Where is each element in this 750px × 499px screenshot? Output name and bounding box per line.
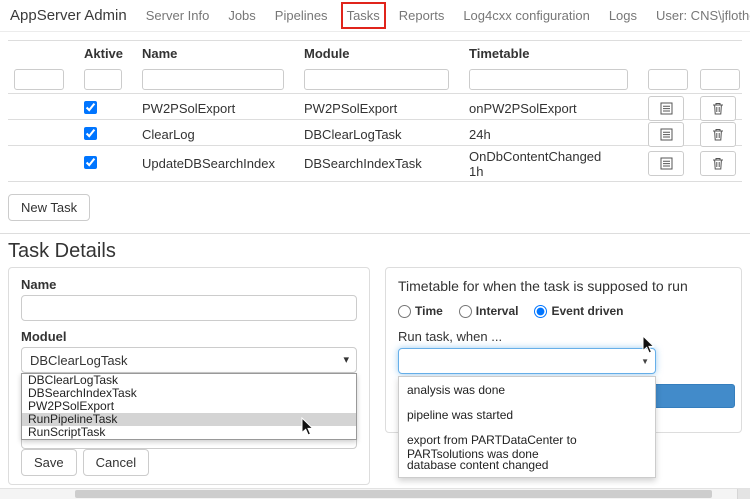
- nav-item-jobs[interactable]: Jobs: [228, 8, 255, 23]
- table-header-row: Aktive Name Module Timetable: [8, 40, 742, 66]
- nav-item-pipelines[interactable]: Pipelines: [275, 8, 328, 23]
- header-blank: [8, 52, 78, 56]
- edit-task-button[interactable]: [648, 96, 684, 121]
- module-dropdown-list: DBClearLogTask DBSearchIndexTask PW2PSol…: [21, 373, 357, 440]
- trash-icon: [712, 102, 724, 115]
- user-menu-label: User: CNS\jflotho: [656, 8, 750, 23]
- nav-item-server-info[interactable]: Server Info: [146, 8, 210, 23]
- event-combobox[interactable]: ▼: [398, 348, 656, 374]
- detail-panels: Name Moduel DBClearLogTask ▾ DBClearLogT…: [0, 267, 750, 485]
- app-brand[interactable]: AppServer Admin: [10, 7, 127, 24]
- event-option[interactable]: analysis was done: [399, 377, 655, 402]
- form-actions: Save Cancel: [21, 449, 149, 476]
- scrollbar-thumb[interactable]: [75, 490, 712, 498]
- task-details-panel: Name Moduel DBClearLogTask ▾ DBClearLogT…: [8, 267, 370, 485]
- trash-icon: [712, 128, 724, 141]
- form-icon: [660, 128, 673, 141]
- cell-name: PW2PSolExport: [136, 99, 298, 118]
- filter-input-name[interactable]: [142, 69, 284, 90]
- header-module: Module: [298, 44, 463, 63]
- cell-timetable: onPW2PSolExport: [463, 99, 642, 118]
- timetable-panel: Timetable for when the task is supposed …: [385, 267, 742, 433]
- active-checkbox[interactable]: [84, 156, 97, 169]
- horizontal-scrollbar[interactable]: [0, 488, 750, 499]
- header-name: Name: [136, 44, 298, 63]
- radio-time[interactable]: Time: [398, 304, 443, 318]
- header-timetable: Timetable: [463, 44, 642, 63]
- filter-input-module[interactable]: [304, 69, 449, 90]
- nav-item-log4cxx-configuration[interactable]: Log4cxx configuration: [463, 8, 589, 23]
- cell-module: DBClearLogTask: [298, 125, 463, 144]
- task-name-input[interactable]: [21, 295, 357, 321]
- table-row: UpdateDBSearchIndex DBSearchIndexTask On…: [8, 146, 742, 182]
- timetable-mode-radios: Time Interval Event driven: [398, 304, 729, 318]
- page-title: Task Details: [8, 240, 750, 263]
- timetable-title: Timetable for when the task is supposed …: [398, 278, 729, 294]
- event-option[interactable]: pipeline was started: [399, 402, 655, 427]
- chevron-down-icon[interactable]: ▼: [641, 357, 649, 366]
- header-action-2: [694, 52, 742, 56]
- delete-task-button[interactable]: [700, 122, 736, 147]
- trash-icon: [712, 157, 724, 170]
- filter-input-aktive[interactable]: [84, 69, 122, 90]
- module-select-value: DBClearLogTask: [30, 353, 128, 368]
- chevron-down-icon: ▾: [343, 353, 349, 366]
- radio-event-driven[interactable]: Event driven: [534, 304, 623, 318]
- active-checkbox[interactable]: [84, 127, 97, 140]
- form-icon: [660, 157, 673, 170]
- nav-item-tasks[interactable]: Tasks: [347, 8, 380, 23]
- event-dropdown-list: analysis was done pipeline was started e…: [398, 376, 656, 478]
- header-aktive: Aktive: [78, 44, 136, 63]
- header-action-1: [642, 52, 694, 56]
- user-menu[interactable]: User: CNS\jflotho▾: [656, 8, 750, 23]
- event-option[interactable]: export from PARTDataCenter to PARTsoluti…: [399, 427, 655, 452]
- filter-input-action-1[interactable]: [648, 69, 688, 90]
- save-button[interactable]: Save: [21, 449, 77, 476]
- delete-task-button[interactable]: [700, 151, 736, 176]
- new-task-button[interactable]: New Task: [8, 194, 90, 221]
- cell-name: ClearLog: [136, 125, 298, 144]
- cell-module: DBSearchIndexTask: [298, 154, 463, 173]
- edit-task-button[interactable]: [648, 151, 684, 176]
- filter-input-timetable[interactable]: [469, 69, 628, 90]
- table-filter-row: [8, 66, 742, 94]
- run-task-label: Run task, when ...: [398, 330, 729, 344]
- cell-timetable: 24h: [463, 125, 642, 144]
- radio-interval-label: Interval: [476, 304, 519, 318]
- table-row: ClearLog DBClearLogTask 24h: [8, 120, 742, 146]
- name-label: Name: [21, 278, 357, 292]
- nav-item-logs[interactable]: Logs: [609, 8, 637, 23]
- cell-name: UpdateDBSearchIndex: [136, 154, 298, 173]
- scrollbar-corner: [737, 489, 750, 499]
- module-option[interactable]: RunScriptTask: [22, 426, 356, 439]
- delete-task-button[interactable]: [700, 96, 736, 121]
- nav-item-reports[interactable]: Reports: [399, 8, 445, 23]
- radio-time-label: Time: [415, 304, 443, 318]
- radio-interval[interactable]: Interval: [459, 304, 519, 318]
- radio-time-input[interactable]: [398, 305, 411, 318]
- cell-timetable: OnDbContentChanged 1h: [463, 147, 642, 181]
- edit-task-button[interactable]: [648, 122, 684, 147]
- filter-input-action-2[interactable]: [700, 69, 740, 90]
- radio-interval-input[interactable]: [459, 305, 472, 318]
- module-select[interactable]: DBClearLogTask ▾: [21, 347, 357, 373]
- radio-event-driven-label: Event driven: [551, 304, 623, 318]
- active-checkbox[interactable]: [84, 101, 97, 114]
- filter-input-blank[interactable]: [14, 69, 64, 90]
- top-navbar: AppServer Admin Server Info Jobs Pipelin…: [0, 0, 750, 32]
- radio-event-driven-input[interactable]: [534, 305, 547, 318]
- cell-module: PW2PSolExport: [298, 99, 463, 118]
- module-label: Moduel: [21, 330, 357, 344]
- task-table: Aktive Name Module Timetable PW2PSolExpo…: [8, 40, 742, 182]
- section-divider: [0, 233, 750, 234]
- table-row: PW2PSolExport PW2PSolExport onPW2PSolExp…: [8, 94, 742, 120]
- form-icon: [660, 102, 673, 115]
- cancel-button[interactable]: Cancel: [83, 449, 149, 476]
